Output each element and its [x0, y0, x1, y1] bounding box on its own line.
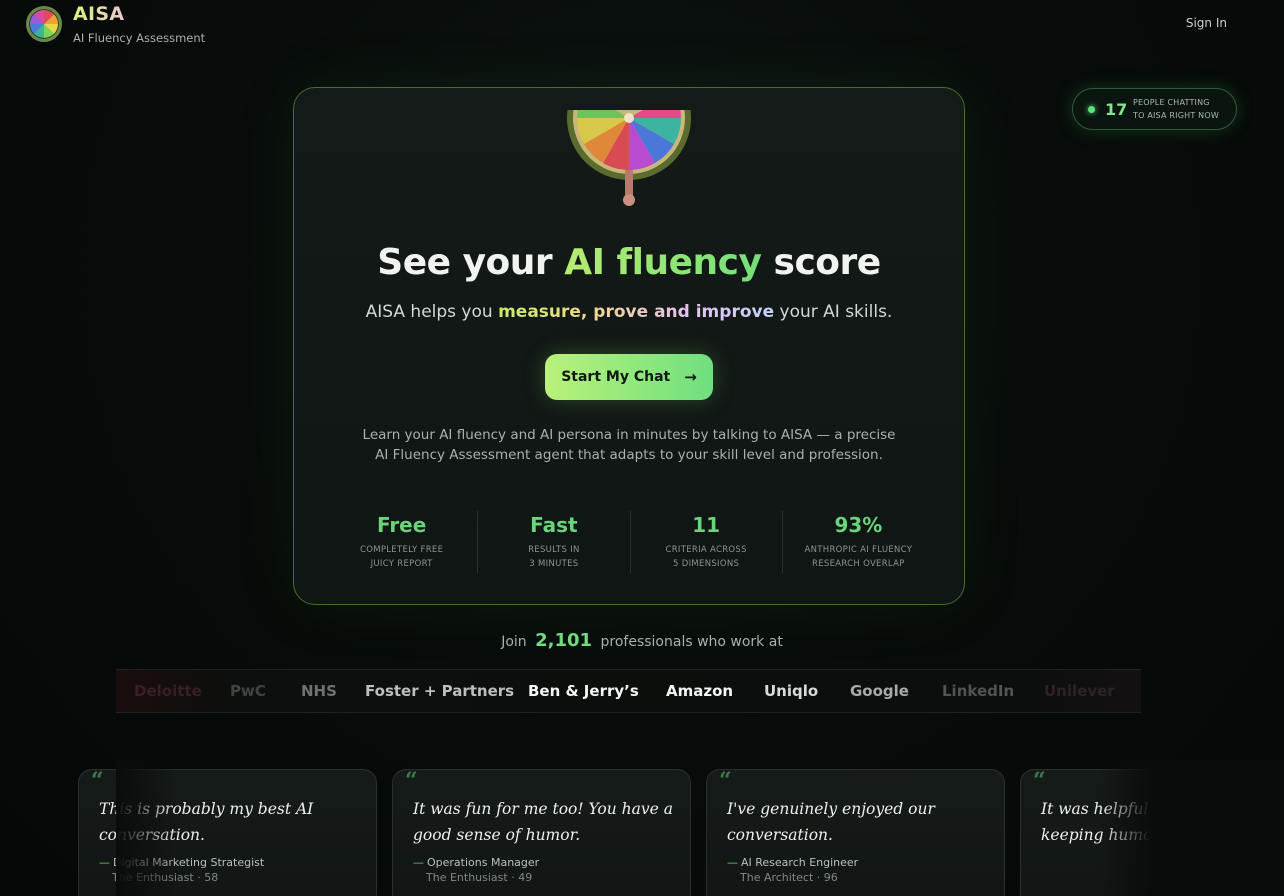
live-users-badge: 17 PEOPLE CHATTING TO AISA RIGHT NOW	[1072, 88, 1237, 130]
logo-item: Foster + Partners	[365, 682, 515, 700]
stats-row: Free COMPLETELY FREE JUICY REPORT Fast RE…	[326, 511, 934, 573]
live-count: 17	[1105, 99, 1128, 119]
logo[interactable]: AISA AI Fluency Assessment	[26, 4, 205, 45]
logo-item: PwC	[230, 682, 266, 700]
arrow-right-icon: →	[684, 368, 697, 386]
citrus-slice-illustration	[567, 110, 691, 206]
social-proof-text: Join 2,101 professionals who work at	[501, 630, 783, 651]
carousel-fade-left	[116, 760, 176, 896]
citrus-logo-icon	[26, 6, 62, 42]
logo-item: Amazon	[666, 682, 734, 700]
quote-icon: “	[405, 769, 418, 794]
live-dot-icon	[1088, 105, 1095, 113]
quote-icon: “	[1033, 769, 1046, 794]
page-title: See your AI fluency score	[377, 242, 881, 283]
brand-name: AISA	[73, 4, 205, 24]
logo-item: NHS	[301, 682, 337, 700]
sign-in-link[interactable]: Sign In	[1186, 16, 1227, 30]
quote-icon: “	[719, 769, 732, 794]
stat-overlap: 93% ANTHROPIC AI FLUENCY RESEARCH OVERLAP	[804, 513, 913, 569]
logo-item: Deloitte	[134, 682, 202, 700]
logo-item: Uniqlo	[764, 682, 819, 700]
company-logo-strip: Deloitte PwC NHS Foster + Partners Ben &…	[116, 669, 1141, 713]
logo-item: Unilever	[1044, 682, 1115, 700]
stat-criteria: 11 CRITERIA ACROSS 5 DIMENSIONS	[631, 511, 783, 573]
stat-fast: Fast RESULTS IN 3 MINUTES	[478, 511, 631, 573]
logo-item: Ben & Jerry’s	[528, 682, 639, 700]
live-text: PEOPLE CHATTING TO AISA RIGHT NOW	[1133, 98, 1219, 120]
quote-icon: “	[91, 769, 104, 794]
hero-card: See your AI fluency score AISA helps you…	[293, 87, 965, 605]
carousel-fade-right	[1100, 760, 1284, 896]
logo-item: LinkedIn	[942, 682, 1015, 700]
logo-item: Google	[850, 682, 909, 700]
testimonial-card: “ I've genuinely enjoyed our conversatio…	[706, 769, 1005, 896]
hero-description: Learn your AI fluency and AI persona in …	[362, 427, 896, 463]
start-chat-button[interactable]: Start My Chat →	[545, 354, 713, 400]
testimonial-card: “ It was fun for me too! You have a good…	[392, 769, 691, 896]
stat-free: Free COMPLETELY FREE JUICY REPORT	[326, 511, 479, 573]
brand-subtitle: AI Fluency Assessment	[73, 31, 206, 45]
hero-subtitle: AISA helps you measure, prove and improv…	[365, 302, 893, 322]
